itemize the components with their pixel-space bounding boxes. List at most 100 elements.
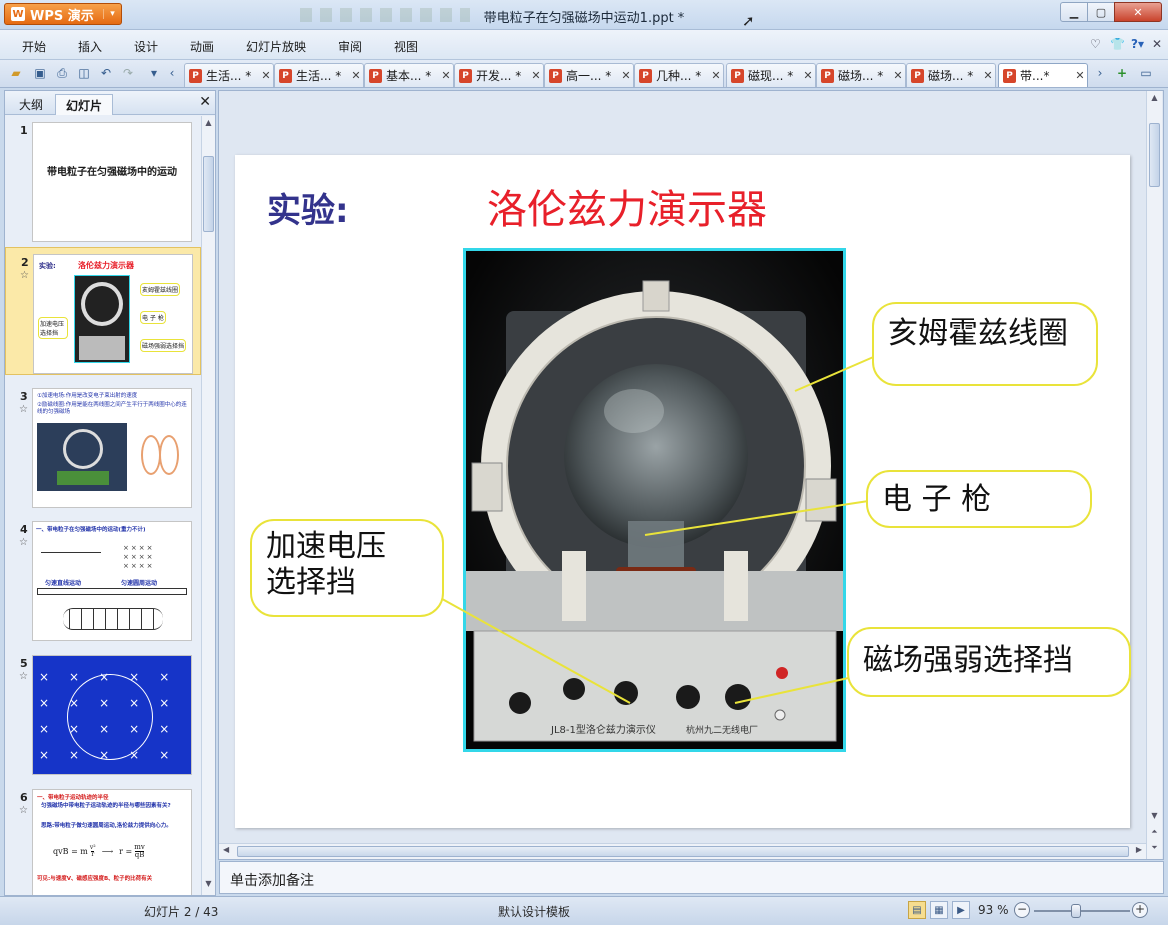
skin-icon[interactable]: 👕	[1110, 37, 1125, 51]
scrollbar-thumb[interactable]	[203, 156, 214, 232]
document-tab[interactable]: P 生活... * ✕	[184, 63, 274, 87]
tabs-scroll-left-icon[interactable]: ‹	[164, 65, 180, 81]
scroll-up-icon[interactable]: ▲	[1147, 93, 1162, 107]
callout-helmholtz-coil[interactable]: 亥姆霍兹线圈	[872, 302, 1098, 386]
animation-star-icon: ☆	[20, 270, 29, 281]
print-preview-icon[interactable]: ◫	[76, 65, 92, 81]
thumb-exp: 实验:	[39, 262, 56, 270]
document-tab-label: 开发... *	[476, 69, 522, 83]
ribbon-collapse-icon[interactable]: ♡	[1090, 37, 1101, 51]
close-tab-icon[interactable]: ✕	[529, 69, 543, 82]
zoom-slider-knob[interactable]	[1071, 904, 1081, 918]
document-tab[interactable]: P 磁场... * ✕	[816, 63, 906, 87]
close-window-button[interactable]: ✕	[1114, 2, 1162, 22]
close-tab-icon[interactable]: ✕	[801, 69, 815, 82]
slide-thumbnail-row[interactable]: 3 ☆ ①加速电场:作用是改变电子束出射的速度 ②励磁线圈:作用是能在两线圈之间…	[5, 382, 201, 508]
slide-thumbnail-row[interactable]: 1 带电粒子在匀强磁场中的运动	[5, 116, 201, 242]
close-tab-icon[interactable]: ✕	[619, 69, 633, 82]
status-bar: 幻灯片 2 / 43 默认设计模板 ▤ ▦ ▶ 93 % − +	[0, 896, 1168, 925]
callout-electron-gun[interactable]: 电 子 枪	[866, 470, 1092, 528]
save-icon[interactable]: ▣	[32, 65, 48, 81]
ppt-file-icon: P	[279, 68, 292, 83]
slide-thumbnail-2[interactable]: 实验: 洛伦兹力演示器 亥姆霍兹线圈 电 子 枪 加速电压选择挡 磁场强弱选择挡	[33, 254, 193, 374]
toolbar-dropdown-icon[interactable]: ▾	[146, 65, 162, 81]
main-horizontal-scrollbar[interactable]: ◀ ▶	[219, 843, 1146, 859]
scroll-left-icon[interactable]: ◀	[223, 845, 229, 854]
thumb-text: ②励磁线圈:作用是能在两线圈之间产生平行于两线圈中心的连线的匀强磁场	[37, 402, 187, 416]
normal-view-icon[interactable]: ▤	[908, 901, 926, 919]
scroll-up-icon[interactable]: ▲	[202, 118, 215, 132]
scroll-down-icon[interactable]: ▼	[1147, 811, 1162, 825]
menu-home[interactable]: 开始	[22, 38, 46, 55]
scroll-down-icon[interactable]: ▼	[202, 879, 215, 893]
zoom-slider[interactable]	[1034, 910, 1130, 912]
zoom-out-icon[interactable]: −	[1014, 902, 1030, 918]
document-tab[interactable]: P 带...* ✕	[998, 63, 1088, 87]
slide-thumbnail-row[interactable]: 4 ☆ 一、带电粒子在匀强磁场中的运动(重力不计) ×××× ×××× ×××× 匀…	[5, 515, 201, 641]
menu-animation[interactable]: 动画	[190, 38, 214, 55]
close-doc-icon[interactable]: ✕	[1152, 37, 1162, 51]
slide-thumbnail-6[interactable]: 一、带电粒子运动轨迹的半径 匀强磁场中带电粒子运动轨迹的半径与哪些因素有关? 思…	[32, 789, 192, 895]
maximize-button[interactable]: ▢	[1087, 2, 1115, 22]
menu-slideshow[interactable]: 幻灯片放映	[246, 38, 306, 55]
slide-thumbnail-1[interactable]: 带电粒子在匀强磁场中的运动	[32, 122, 192, 242]
prev-slide-icon[interactable]: ⏶	[1147, 827, 1162, 841]
tabs-scroll-right-icon[interactable]: ›	[1092, 65, 1108, 81]
zoom-in-icon[interactable]: +	[1132, 902, 1148, 918]
print-icon[interactable]: ⎙	[54, 65, 70, 81]
document-tab[interactable]: P 高一... * ✕	[544, 63, 634, 87]
menu-review[interactable]: 审阅	[338, 38, 362, 55]
slide-thumbnail-4[interactable]: 一、带电粒子在匀强磁场中的运动(重力不计) ×××× ×××× ×××× 匀速直线运…	[32, 521, 192, 641]
close-tab-icon[interactable]: ✕	[439, 69, 453, 82]
document-tab-label: 几种... *	[656, 69, 702, 83]
animation-star-icon: ☆	[19, 671, 28, 682]
help-icon[interactable]: ?▾	[1131, 37, 1144, 51]
ppt-file-icon: P	[911, 68, 924, 83]
slide-canvas[interactable]: 实验: 洛伦兹力演示器 JL8-1型洛仑兹力演示仪 杭州九二无线电厂 亥姆霍兹线…	[235, 155, 1131, 828]
thumb-callout: 亥姆霍兹线圈	[140, 283, 181, 296]
document-tab[interactable]: P 几种... * ✕	[634, 63, 724, 87]
slideshow-view-icon[interactable]: ▶	[952, 901, 970, 919]
close-tab-icon[interactable]: ✕	[709, 69, 723, 82]
thumbnails-scrollbar[interactable]: ▲ ▼	[201, 116, 215, 895]
callout-text: 亥姆霍兹线圈	[888, 316, 1068, 351]
main-vertical-scrollbar[interactable]: ▲ ▼ ⏶ ⏷	[1146, 91, 1162, 859]
notes-pane[interactable]: 单击添加备注	[219, 861, 1164, 894]
close-tab-icon[interactable]: ✕	[259, 69, 273, 82]
close-pane-icon[interactable]: ✕	[199, 94, 211, 110]
close-tab-icon[interactable]: ✕	[1073, 69, 1087, 82]
slide-thumbnail-row[interactable]: 5 ☆ ××××× ××××× ××××× ×××××	[5, 649, 201, 775]
close-tab-icon[interactable]: ✕	[981, 69, 995, 82]
callout-acceleration-voltage[interactable]: 加速电压 选择挡	[250, 519, 444, 617]
document-tab[interactable]: P 基本... * ✕	[364, 63, 454, 87]
slide-thumbnail-row[interactable]: 6 ☆ 一、带电粒子运动轨迹的半径 匀强磁场中带电粒子运动轨迹的半径与哪些因素有…	[5, 783, 201, 895]
document-tab[interactable]: P 生活... * ✕	[274, 63, 364, 87]
menu-insert[interactable]: 插入	[78, 38, 102, 55]
open-folder-icon[interactable]: ▰	[8, 65, 24, 81]
scroll-right-icon[interactable]: ▶	[1136, 845, 1142, 854]
next-slide-icon[interactable]: ⏷	[1147, 843, 1162, 857]
tab-outline[interactable]: 大纲	[9, 94, 53, 115]
document-tab[interactable]: P 磁场... * ✕	[906, 63, 996, 87]
scrollbar-thumb[interactable]	[237, 846, 1129, 857]
tab-list-icon[interactable]: ▭	[1138, 65, 1154, 81]
close-tab-icon[interactable]: ✕	[891, 69, 905, 82]
slide-thumbnail-3[interactable]: ①加速电场:作用是改变电子束出射的速度 ②励磁线圈:作用是能在两线圈之间产生平行…	[32, 388, 192, 508]
scrollbar-thumb[interactable]	[1149, 123, 1160, 187]
menu-design[interactable]: 设计	[134, 38, 158, 55]
thumb-coil	[141, 435, 161, 475]
minimize-button[interactable]: ▁	[1060, 2, 1088, 22]
new-tab-icon[interactable]: +	[1114, 65, 1130, 81]
undo-icon[interactable]: ↶	[98, 65, 114, 81]
close-tab-icon[interactable]: ✕	[349, 69, 363, 82]
slide-number: 5	[20, 657, 28, 670]
document-tab[interactable]: P 开发... * ✕	[454, 63, 544, 87]
slide-thumbnail-5[interactable]: ××××× ××××× ××××× ×××××	[32, 655, 192, 775]
slide-sorter-view-icon[interactable]: ▦	[930, 901, 948, 919]
document-tab[interactable]: P 磁现... * ✕	[726, 63, 816, 87]
menu-view[interactable]: 视图	[394, 38, 418, 55]
redo-icon[interactable]: ↷	[120, 65, 136, 81]
tab-slides[interactable]: 幻灯片	[55, 94, 114, 115]
slide-thumbnail-row-selected[interactable]: 2 ☆ 实验: 洛伦兹力演示器 亥姆霍兹线圈 电 子 枪 加速电压选择挡 磁场强…	[5, 247, 201, 375]
callout-field-strength[interactable]: 磁场强弱选择挡	[847, 627, 1131, 697]
